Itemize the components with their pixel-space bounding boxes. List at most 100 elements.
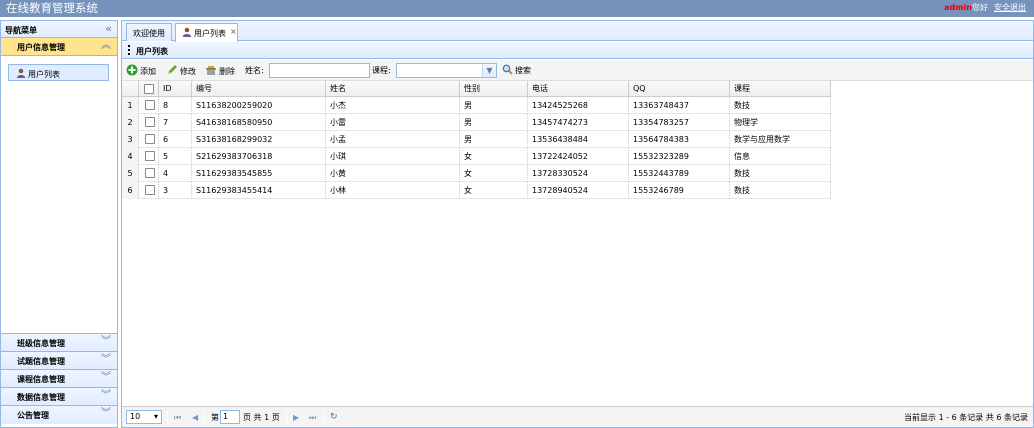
section-label: 数据信息管理	[17, 393, 65, 402]
delete-label: 删除	[219, 67, 235, 76]
checkbox-cell	[139, 148, 159, 165]
cell-name: 小黄	[326, 165, 460, 182]
table-row[interactable]: 3 6 S31638168299032 小孟 男 13536438484 135…	[122, 131, 831, 148]
cell-phone: 13424525268	[528, 97, 629, 114]
cell-id: 4	[159, 165, 192, 182]
row-number: 1	[122, 97, 139, 114]
row-number: 2	[122, 114, 139, 131]
chevron-down-icon[interactable]: ︾	[101, 372, 111, 384]
user-icon	[16, 68, 26, 80]
close-icon[interactable]: ×	[230, 27, 237, 36]
column-header-phone[interactable]: 电话	[528, 81, 629, 97]
last-page-icon[interactable]: ⏭	[309, 411, 316, 424]
row-number: 4	[122, 148, 139, 165]
sidebar-header: 导航菜单 «	[1, 21, 117, 38]
column-header-code[interactable]: 编号	[192, 81, 326, 97]
table-row[interactable]: 4 5 S21629383706318 小琪 女 13722424052 155…	[122, 148, 831, 165]
cell-code: S11638200259020	[192, 97, 326, 114]
chevron-down-icon[interactable]: ︾	[101, 390, 111, 402]
row-checkbox[interactable]	[145, 168, 155, 178]
checkbox-cell	[139, 182, 159, 199]
sidebar-item-user-list[interactable]: 用户列表	[8, 64, 109, 81]
section-user-info-body: 用户列表	[1, 56, 117, 334]
app-title: 在线教育管理系统	[6, 1, 98, 15]
chevron-down-icon[interactable]: ︾	[101, 336, 111, 348]
column-header-id[interactable]: ID	[159, 81, 192, 97]
logout-link[interactable]: 安全退出	[994, 3, 1026, 12]
chevron-down-icon: ▾	[153, 412, 158, 421]
row-checkbox[interactable]	[145, 151, 155, 161]
cell-gender: 女	[460, 148, 528, 165]
section-label: 试题信息管理	[17, 357, 65, 366]
row-checkbox[interactable]	[145, 100, 155, 110]
tab-label: 用户列表	[194, 29, 226, 38]
pager-separator	[323, 411, 324, 424]
search-button[interactable]: 搜索	[502, 64, 531, 77]
column-header-course[interactable]: 课程	[730, 81, 831, 97]
column-header-gender[interactable]: 性别	[460, 81, 528, 97]
checkbox-cell	[139, 165, 159, 182]
cell-course: 数技	[730, 182, 831, 199]
cell-code: S41638168580950	[192, 114, 326, 131]
section-course-info[interactable]: 课程信息管理 ︾	[1, 370, 117, 388]
course-select[interactable]: ▼	[396, 63, 497, 78]
row-checkbox[interactable]	[145, 134, 155, 144]
sidebar-title: 导航菜单	[5, 26, 37, 35]
section-data-info[interactable]: 数据信息管理 ︾	[1, 388, 117, 406]
page-size-value: 10	[130, 412, 141, 421]
row-checkbox[interactable]	[145, 117, 155, 127]
cell-qq: 15532443789	[629, 165, 730, 182]
checkbox-cell	[139, 131, 159, 148]
collapse-left-icon[interactable]: «	[105, 22, 112, 35]
row-number: 5	[122, 165, 139, 182]
table-row[interactable]: 1 8 S11638200259020 小杰 男 13424525268 133…	[122, 97, 831, 114]
delete-button[interactable]: 删除	[205, 64, 235, 77]
cell-id: 6	[159, 131, 192, 148]
search-icon	[502, 64, 513, 75]
cell-phone: 13728940524	[528, 182, 629, 199]
add-button[interactable]: 添加	[126, 64, 156, 77]
chevron-down-icon[interactable]: ︾	[101, 354, 111, 366]
cell-phone: 13536438484	[528, 131, 629, 148]
checkbox-cell	[139, 97, 159, 114]
section-question-info[interactable]: 试题信息管理 ︾	[1, 352, 117, 370]
next-page-icon[interactable]: ▶	[293, 411, 299, 424]
chevron-down-icon[interactable]: ▼	[482, 64, 496, 77]
name-input[interactable]	[269, 63, 370, 78]
refresh-icon[interactable]: ↻	[330, 411, 338, 424]
sidebar: 导航菜单 « 用户信息管理 ︽ 用户列表 班级信息管理 ︾ 试题信息管理 ︾ 课…	[0, 20, 118, 428]
cell-code: S11629383545855	[192, 165, 326, 182]
chevron-down-icon[interactable]: ︾	[101, 408, 111, 420]
column-header-qq[interactable]: QQ	[629, 81, 730, 97]
header-checkbox-cell	[139, 81, 159, 97]
first-page-icon[interactable]: ⏮	[174, 411, 181, 424]
select-all-checkbox[interactable]	[144, 84, 154, 94]
top-header: 在线教育管理系统 admin您好 安全退出	[0, 0, 1034, 17]
grid-body: 1 8 S11638200259020 小杰 男 13424525268 133…	[122, 97, 831, 199]
page-size-select[interactable]: 10 ▾	[126, 410, 162, 424]
cell-course: 信息	[730, 148, 831, 165]
section-user-info[interactable]: 用户信息管理 ︽	[1, 38, 117, 56]
cell-name: 小林	[326, 182, 460, 199]
cell-id: 8	[159, 97, 192, 114]
prev-page-icon[interactable]: ◀	[192, 411, 198, 424]
cell-qq: 13354783257	[629, 114, 730, 131]
row-checkbox[interactable]	[145, 185, 155, 195]
column-header-name[interactable]: 姓名	[326, 81, 460, 97]
add-label: 添加	[140, 67, 156, 76]
user-icon	[182, 27, 192, 39]
record-summary: 当前显示 1 - 6 条记录 共 6 条记录	[904, 413, 1028, 422]
tab-user-list[interactable]: 用户列表 ×	[175, 23, 238, 42]
edit-button[interactable]: 修改	[166, 64, 196, 77]
table-row[interactable]: 2 7 S41638168580950 小雷 男 13457474273 133…	[122, 114, 831, 131]
cell-gender: 男	[460, 114, 528, 131]
search-label: 搜索	[515, 66, 531, 75]
page-number-input[interactable]: 1	[220, 410, 240, 424]
pager-separator	[204, 411, 205, 424]
table-row[interactable]: 6 3 S11629383455414 小林 女 13728940524 155…	[122, 182, 831, 199]
chevron-up-icon[interactable]: ︽	[101, 40, 111, 52]
section-notice[interactable]: 公告管理 ︾	[1, 406, 117, 424]
tab-welcome[interactable]: 欢迎使用	[126, 23, 172, 41]
table-row[interactable]: 5 4 S11629383545855 小黄 女 13728330524 155…	[122, 165, 831, 182]
section-class-info[interactable]: 班级信息管理 ︾	[1, 334, 117, 352]
